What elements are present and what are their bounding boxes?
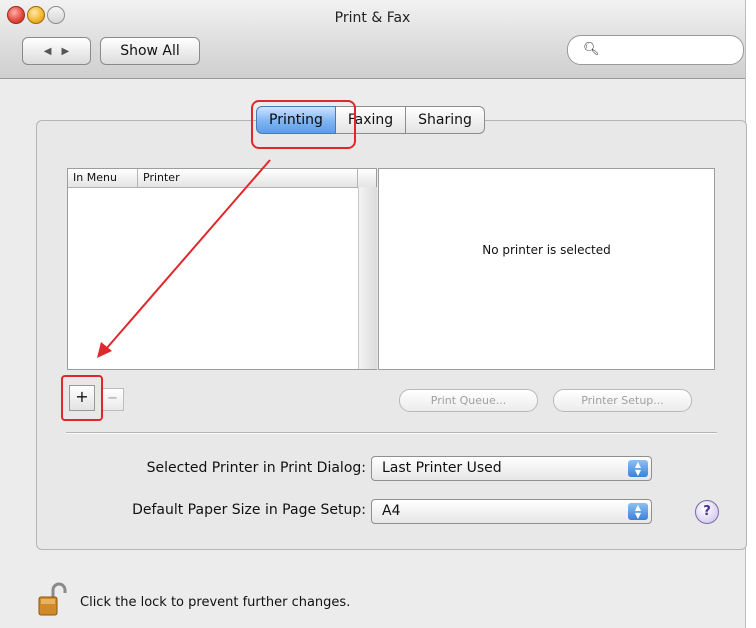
forward-arrow-icon[interactable]: ▶ — [62, 46, 70, 57]
printing-tab-highlight — [251, 100, 356, 149]
column-header-printer[interactable]: Printer — [143, 171, 180, 184]
popup-arrows-icon: ▲ ▼ — [628, 460, 648, 477]
selected-printer-value: Last Printer Used — [382, 460, 502, 476]
remove-printer-button[interactable]: − — [101, 388, 124, 411]
printer-list-scrollbar[interactable] — [358, 187, 377, 369]
popup-arrows-icon: ▲ ▼ — [628, 503, 648, 520]
back-forward-control[interactable]: ◀ ▶ — [22, 37, 91, 65]
column-header-in-menu[interactable]: In Menu — [73, 171, 117, 184]
selected-printer-label: Selected Printer in Print Dialog: — [146, 460, 366, 476]
printer-list[interactable]: In Menu Printer — [67, 168, 377, 370]
column-divider — [357, 169, 358, 187]
print-queue-button[interactable]: Print Queue... — [399, 389, 538, 412]
print-fax-window: Print & Fax ◀ ▶ Show All 🔍︎ Printing Fax… — [0, 0, 747, 628]
help-icon[interactable]: ? — [695, 500, 719, 524]
search-icon: 🔍︎ — [583, 42, 600, 57]
tab-sharing[interactable]: Sharing — [406, 106, 485, 134]
titlebar: Print & Fax ◀ ▶ Show All 🔍︎ — [0, 0, 745, 79]
printer-list-header: In Menu Printer — [68, 169, 376, 188]
window-title: Print & Fax — [334, 10, 411, 26]
back-arrow-icon[interactable]: ◀ — [44, 46, 52, 57]
selected-printer-popup[interactable]: Last Printer Used ▲ ▼ — [371, 456, 652, 481]
printer-setup-button[interactable]: Printer Setup... — [553, 389, 692, 412]
search-input[interactable]: 🔍︎ — [567, 35, 744, 65]
show-all-button[interactable]: Show All — [100, 37, 200, 65]
separator — [66, 432, 717, 434]
printer-detail-pane: No printer is selected — [378, 168, 715, 370]
paper-size-value: A4 — [382, 503, 401, 519]
no-printer-message: No printer is selected — [482, 243, 611, 257]
paper-size-popup[interactable]: A4 ▲ ▼ — [371, 499, 652, 524]
column-divider — [137, 169, 138, 187]
add-button-highlight — [61, 375, 103, 421]
paper-size-label: Default Paper Size in Page Setup: — [132, 502, 366, 518]
lock-message: Click the lock to prevent further change… — [80, 595, 351, 610]
lock-icon[interactable] — [37, 581, 67, 617]
